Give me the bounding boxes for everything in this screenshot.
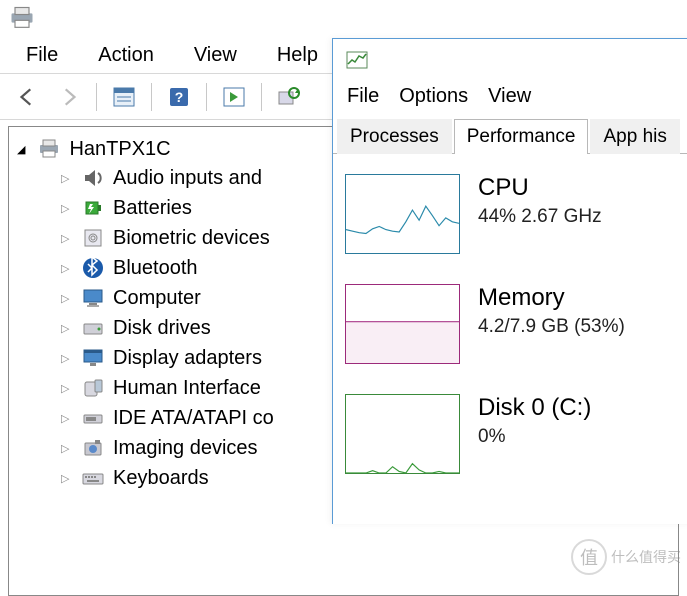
menu-view[interactable]: View [488, 85, 531, 108]
tree-item-label: Computer [113, 287, 201, 310]
watermark-icon: 值 [571, 539, 607, 575]
battery-icon [81, 196, 105, 220]
hid-icon [81, 376, 105, 400]
menu-help[interactable]: Help [277, 44, 318, 67]
expand-icon[interactable]: ▷ [61, 202, 73, 215]
expand-icon[interactable]: ▷ [61, 172, 73, 185]
toolbar-separator [206, 83, 207, 111]
expand-icon[interactable]: ▷ [61, 262, 73, 275]
disk-title: Disk 0 (C:) [478, 394, 591, 422]
display-icon [81, 346, 105, 370]
tree-item-label: Bluetooth [113, 257, 198, 280]
menu-file[interactable]: File [26, 44, 58, 67]
menu-action[interactable]: Action [98, 44, 154, 67]
menu-file[interactable]: File [347, 85, 379, 108]
titlebar [333, 39, 687, 81]
fingerprint-icon [81, 226, 105, 250]
camera-icon [81, 436, 105, 460]
toolbar-separator [96, 83, 97, 111]
speaker-icon [81, 166, 105, 190]
back-button[interactable] [10, 80, 44, 114]
svg-text:?: ? [175, 89, 184, 105]
computer-icon [81, 286, 105, 310]
computer-icon [37, 137, 61, 161]
details-button[interactable] [107, 80, 141, 114]
menu-view[interactable]: View [194, 44, 237, 67]
disk-row[interactable]: Disk 0 (C:) 0% [345, 394, 680, 474]
expand-icon[interactable]: ▷ [61, 232, 73, 245]
disk-icon [81, 316, 105, 340]
memory-title: Memory [478, 284, 625, 312]
menu-options[interactable]: Options [399, 85, 468, 108]
scan-button[interactable] [217, 80, 251, 114]
memory-row[interactable]: Memory 4.2/7.9 GB (53%) [345, 284, 680, 364]
toolbar-separator [151, 83, 152, 111]
tree-item-label: Imaging devices [113, 437, 258, 460]
expand-icon[interactable]: ▷ [61, 292, 73, 305]
tree-item-label: Biometric devices [113, 227, 270, 250]
app-icon [8, 4, 36, 28]
taskmgr-icon [345, 48, 369, 72]
tab-apphistory[interactable]: App his [590, 119, 679, 154]
expand-icon[interactable]: ▷ [61, 442, 73, 455]
tree-item-label: Audio inputs and [113, 167, 262, 190]
tree-item-label: Human Interface [113, 377, 261, 400]
expand-icon[interactable]: ▷ [61, 472, 73, 485]
cpu-row[interactable]: CPU 44% 2.67 GHz [345, 174, 680, 254]
disk-sub: 0% [478, 426, 591, 448]
root-label: HanTPX1C [69, 138, 170, 161]
keyboard-icon [81, 466, 105, 490]
watermark: 值 什么值得买 [571, 539, 681, 575]
forward-button[interactable] [52, 80, 86, 114]
titlebar [0, 0, 687, 38]
expand-icon[interactable]: ▷ [61, 412, 73, 425]
tree-item-label: Batteries [113, 197, 192, 220]
performance-panel: CPU 44% 2.67 GHz Memory 4.2/7.9 GB (53%)… [333, 154, 687, 524]
refresh-button[interactable] [272, 80, 306, 114]
cpu-title: CPU [478, 174, 602, 202]
expand-icon[interactable]: ▷ [61, 322, 73, 335]
cpu-sub: 44% 2.67 GHz [478, 206, 602, 228]
tree-item-label: Display adapters [113, 347, 262, 370]
disk-graph [345, 394, 460, 474]
memory-sub: 4.2/7.9 GB (53%) [478, 316, 625, 338]
tree-item-label: IDE ATA/ATAPI co [113, 407, 274, 430]
cpu-graph [345, 174, 460, 254]
watermark-text: 什么值得买 [611, 547, 681, 567]
ide-icon [81, 406, 105, 430]
task-manager-window: File Options View Processes Performance … [332, 38, 687, 524]
tabs: Processes Performance App his [333, 118, 687, 154]
expand-icon[interactable]: ▷ [61, 352, 73, 365]
help-button[interactable]: ? [162, 80, 196, 114]
expand-icon[interactable]: ▷ [61, 382, 73, 395]
tab-performance[interactable]: Performance [454, 119, 589, 154]
toolbar-separator [261, 83, 262, 111]
tree-item-label: Disk drives [113, 317, 211, 340]
menubar: File Options View [333, 81, 687, 118]
collapse-icon[interactable]: ◢ [17, 143, 25, 156]
tree-item-label: Keyboards [113, 467, 209, 490]
tab-processes[interactable]: Processes [337, 119, 452, 154]
bluetooth-icon [81, 256, 105, 280]
memory-graph [345, 284, 460, 364]
